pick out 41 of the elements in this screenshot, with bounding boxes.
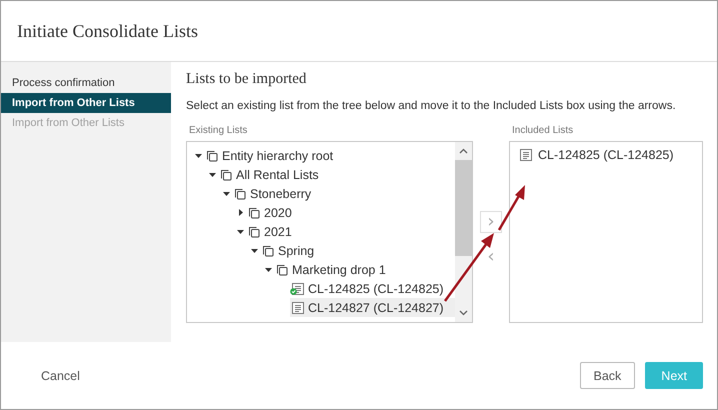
caret-down-icon[interactable] [209, 171, 216, 178]
caret-down-icon[interactable] [265, 266, 272, 273]
existing-lists-label: Existing Lists [189, 125, 248, 138]
list-document-icon [518, 149, 532, 161]
folder-stack-icon [262, 244, 274, 256]
tree-item[interactable]: Stoneberry [234, 184, 455, 203]
tree-item[interactable]: 2020 [248, 203, 455, 222]
step-item[interactable]: Process confirmation [1, 73, 171, 93]
scroll-up-icon[interactable] [459, 148, 468, 154]
scroll-down-icon[interactable] [459, 310, 468, 316]
included-item[interactable]: CL-124825 (CL-124825) [510, 142, 702, 164]
step-item[interactable]: Import from Other Lists [1, 93, 171, 113]
tree-item[interactable]: CL-124827 (CL-124827) [290, 298, 455, 317]
tree-item[interactable]: Marketing drop 1 [276, 260, 455, 279]
cancel-button[interactable]: Cancel [27, 364, 94, 386]
annotation-arrow [444, 233, 494, 302]
list-checked-icon [290, 282, 304, 294]
included-lists-label: Included Lists [512, 125, 574, 138]
instructions: Select an existing list from the tree below and move it to the Included Lists box using the arrows. [186, 100, 677, 112]
caret-down-icon[interactable] [237, 228, 244, 235]
tree-item[interactable]: Entity hierarchy root [206, 146, 455, 165]
caret-right-icon[interactable] [237, 209, 244, 216]
folder-stack-icon [206, 150, 218, 162]
annotation-arrow [498, 185, 525, 231]
tree-item[interactable]: Spring [262, 241, 455, 260]
folder-stack-icon [234, 188, 246, 200]
list-document-icon [290, 302, 304, 314]
caret-down-icon[interactable] [223, 190, 230, 197]
dialog-title: Initiate Consolidate Lists [17, 20, 198, 42]
caret-down-icon[interactable] [251, 247, 258, 254]
tree-item[interactable]: CL-124825 (CL-124825) [290, 279, 455, 298]
folder-stack-icon [248, 226, 260, 238]
tree-item[interactable]: All Rental Lists [220, 165, 455, 184]
section-heading: Lists to be imported [186, 71, 308, 88]
folder-stack-icon [276, 264, 288, 276]
folder-stack-icon [248, 206, 260, 218]
tree-item[interactable]: 2021 [248, 222, 455, 241]
scrollbar[interactable] [455, 142, 472, 322]
folder-stack-icon [220, 168, 232, 180]
caret-down-icon[interactable] [195, 152, 202, 159]
back-button[interactable]: Back [580, 362, 636, 389]
